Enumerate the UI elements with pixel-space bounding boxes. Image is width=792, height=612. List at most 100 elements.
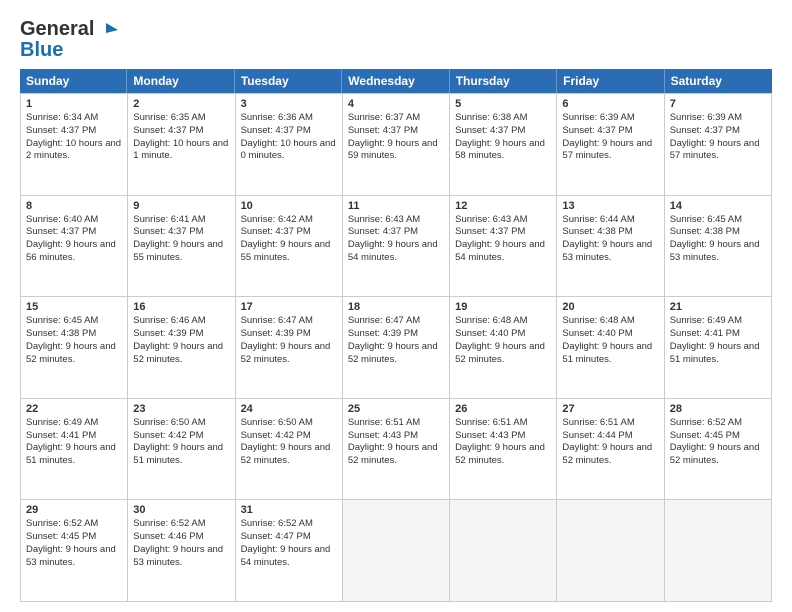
day-number: 30 bbox=[133, 504, 229, 516]
day-number: 4 bbox=[348, 98, 444, 110]
logo-bird-icon bbox=[96, 19, 118, 41]
weekday-header: Saturday bbox=[665, 69, 772, 93]
day-info: Sunrise: 6:44 AMSunset: 4:38 PMDaylight:… bbox=[562, 214, 658, 265]
calendar-cell: 24 Sunrise: 6:50 AMSunset: 4:42 PMDaylig… bbox=[236, 399, 343, 501]
day-number: 22 bbox=[26, 403, 122, 415]
day-info: Sunrise: 6:51 AMSunset: 4:43 PMDaylight:… bbox=[455, 417, 551, 468]
day-info: Sunrise: 6:51 AMSunset: 4:43 PMDaylight:… bbox=[348, 417, 444, 468]
calendar-cell: 26 Sunrise: 6:51 AMSunset: 4:43 PMDaylig… bbox=[450, 399, 557, 501]
calendar-cell bbox=[557, 500, 664, 602]
day-info: Sunrise: 6:50 AMSunset: 4:42 PMDaylight:… bbox=[133, 417, 229, 468]
calendar-cell: 22 Sunrise: 6:49 AMSunset: 4:41 PMDaylig… bbox=[21, 399, 128, 501]
day-info: Sunrise: 6:49 AMSunset: 4:41 PMDaylight:… bbox=[670, 315, 766, 366]
calendar-cell: 4 Sunrise: 6:37 AMSunset: 4:37 PMDayligh… bbox=[343, 94, 450, 196]
day-number: 10 bbox=[241, 200, 337, 212]
day-info: Sunrise: 6:36 AMSunset: 4:37 PMDaylight:… bbox=[241, 112, 337, 163]
calendar-cell bbox=[665, 500, 772, 602]
weekday-header: Sunday bbox=[20, 69, 127, 93]
calendar-cell: 3 Sunrise: 6:36 AMSunset: 4:37 PMDayligh… bbox=[236, 94, 343, 196]
calendar-cell bbox=[450, 500, 557, 602]
calendar-cell: 15 Sunrise: 6:45 AMSunset: 4:38 PMDaylig… bbox=[21, 297, 128, 399]
calendar-cell bbox=[343, 500, 450, 602]
day-info: Sunrise: 6:50 AMSunset: 4:42 PMDaylight:… bbox=[241, 417, 337, 468]
day-info: Sunrise: 6:47 AMSunset: 4:39 PMDaylight:… bbox=[241, 315, 337, 366]
calendar-cell: 13 Sunrise: 6:44 AMSunset: 4:38 PMDaylig… bbox=[557, 196, 664, 298]
day-info: Sunrise: 6:41 AMSunset: 4:37 PMDaylight:… bbox=[133, 214, 229, 265]
calendar-row: 22 Sunrise: 6:49 AMSunset: 4:41 PMDaylig… bbox=[21, 399, 772, 501]
day-number: 17 bbox=[241, 301, 337, 313]
day-info: Sunrise: 6:43 AMSunset: 4:37 PMDaylight:… bbox=[348, 214, 444, 265]
day-number: 29 bbox=[26, 504, 122, 516]
day-number: 1 bbox=[26, 98, 122, 110]
day-number: 24 bbox=[241, 403, 337, 415]
calendar-cell: 5 Sunrise: 6:38 AMSunset: 4:37 PMDayligh… bbox=[450, 94, 557, 196]
calendar-cell: 7 Sunrise: 6:39 AMSunset: 4:37 PMDayligh… bbox=[665, 94, 772, 196]
calendar-row: 8 Sunrise: 6:40 AMSunset: 4:37 PMDayligh… bbox=[21, 196, 772, 298]
day-number: 20 bbox=[562, 301, 658, 313]
day-info: Sunrise: 6:34 AMSunset: 4:37 PMDaylight:… bbox=[26, 112, 122, 163]
logo: General Blue bbox=[20, 18, 118, 59]
calendar-cell: 10 Sunrise: 6:42 AMSunset: 4:37 PMDaylig… bbox=[236, 196, 343, 298]
day-info: Sunrise: 6:46 AMSunset: 4:39 PMDaylight:… bbox=[133, 315, 229, 366]
calendar-cell: 14 Sunrise: 6:45 AMSunset: 4:38 PMDaylig… bbox=[665, 196, 772, 298]
day-number: 3 bbox=[241, 98, 337, 110]
day-info: Sunrise: 6:48 AMSunset: 4:40 PMDaylight:… bbox=[455, 315, 551, 366]
day-number: 28 bbox=[670, 403, 766, 415]
calendar: SundayMondayTuesdayWednesdayThursdayFrid… bbox=[20, 69, 772, 602]
calendar-body: 1 Sunrise: 6:34 AMSunset: 4:37 PMDayligh… bbox=[20, 93, 772, 602]
calendar-cell: 29 Sunrise: 6:52 AMSunset: 4:45 PMDaylig… bbox=[21, 500, 128, 602]
weekday-header: Thursday bbox=[450, 69, 557, 93]
day-number: 19 bbox=[455, 301, 551, 313]
weekday-header: Friday bbox=[557, 69, 664, 93]
calendar-cell: 19 Sunrise: 6:48 AMSunset: 4:40 PMDaylig… bbox=[450, 297, 557, 399]
day-number: 7 bbox=[670, 98, 766, 110]
day-number: 21 bbox=[670, 301, 766, 313]
calendar-cell: 9 Sunrise: 6:41 AMSunset: 4:37 PMDayligh… bbox=[128, 196, 235, 298]
day-info: Sunrise: 6:52 AMSunset: 4:46 PMDaylight:… bbox=[133, 518, 229, 569]
calendar-header: SundayMondayTuesdayWednesdayThursdayFrid… bbox=[20, 69, 772, 93]
day-number: 15 bbox=[26, 301, 122, 313]
day-info: Sunrise: 6:43 AMSunset: 4:37 PMDaylight:… bbox=[455, 214, 551, 265]
calendar-cell: 2 Sunrise: 6:35 AMSunset: 4:37 PMDayligh… bbox=[128, 94, 235, 196]
day-number: 18 bbox=[348, 301, 444, 313]
page: General Blue SundayMondayTuesdayWednesda… bbox=[0, 0, 792, 612]
weekday-header: Tuesday bbox=[235, 69, 342, 93]
day-info: Sunrise: 6:49 AMSunset: 4:41 PMDaylight:… bbox=[26, 417, 122, 468]
day-info: Sunrise: 6:40 AMSunset: 4:37 PMDaylight:… bbox=[26, 214, 122, 265]
calendar-cell: 11 Sunrise: 6:43 AMSunset: 4:37 PMDaylig… bbox=[343, 196, 450, 298]
day-info: Sunrise: 6:48 AMSunset: 4:40 PMDaylight:… bbox=[562, 315, 658, 366]
day-info: Sunrise: 6:52 AMSunset: 4:45 PMDaylight:… bbox=[670, 417, 766, 468]
day-info: Sunrise: 6:52 AMSunset: 4:47 PMDaylight:… bbox=[241, 518, 337, 569]
calendar-cell: 20 Sunrise: 6:48 AMSunset: 4:40 PMDaylig… bbox=[557, 297, 664, 399]
day-number: 31 bbox=[241, 504, 337, 516]
day-info: Sunrise: 6:45 AMSunset: 4:38 PMDaylight:… bbox=[670, 214, 766, 265]
day-info: Sunrise: 6:39 AMSunset: 4:37 PMDaylight:… bbox=[670, 112, 766, 163]
weekday-header: Wednesday bbox=[342, 69, 449, 93]
day-number: 23 bbox=[133, 403, 229, 415]
calendar-cell: 25 Sunrise: 6:51 AMSunset: 4:43 PMDaylig… bbox=[343, 399, 450, 501]
day-info: Sunrise: 6:51 AMSunset: 4:44 PMDaylight:… bbox=[562, 417, 658, 468]
day-info: Sunrise: 6:39 AMSunset: 4:37 PMDaylight:… bbox=[562, 112, 658, 163]
logo-general-text: General bbox=[20, 18, 94, 41]
day-info: Sunrise: 6:37 AMSunset: 4:37 PMDaylight:… bbox=[348, 112, 444, 163]
calendar-row: 29 Sunrise: 6:52 AMSunset: 4:45 PMDaylig… bbox=[21, 500, 772, 602]
calendar-row: 1 Sunrise: 6:34 AMSunset: 4:37 PMDayligh… bbox=[21, 94, 772, 196]
day-number: 8 bbox=[26, 200, 122, 212]
calendar-cell: 16 Sunrise: 6:46 AMSunset: 4:39 PMDaylig… bbox=[128, 297, 235, 399]
day-number: 14 bbox=[670, 200, 766, 212]
calendar-cell: 27 Sunrise: 6:51 AMSunset: 4:44 PMDaylig… bbox=[557, 399, 664, 501]
weekday-header: Monday bbox=[127, 69, 234, 93]
day-info: Sunrise: 6:45 AMSunset: 4:38 PMDaylight:… bbox=[26, 315, 122, 366]
day-number: 16 bbox=[133, 301, 229, 313]
day-number: 13 bbox=[562, 200, 658, 212]
day-info: Sunrise: 6:52 AMSunset: 4:45 PMDaylight:… bbox=[26, 518, 122, 569]
calendar-cell: 21 Sunrise: 6:49 AMSunset: 4:41 PMDaylig… bbox=[665, 297, 772, 399]
header: General Blue bbox=[20, 18, 772, 59]
calendar-cell: 1 Sunrise: 6:34 AMSunset: 4:37 PMDayligh… bbox=[21, 94, 128, 196]
day-info: Sunrise: 6:42 AMSunset: 4:37 PMDaylight:… bbox=[241, 214, 337, 265]
calendar-cell: 28 Sunrise: 6:52 AMSunset: 4:45 PMDaylig… bbox=[665, 399, 772, 501]
calendar-cell: 23 Sunrise: 6:50 AMSunset: 4:42 PMDaylig… bbox=[128, 399, 235, 501]
calendar-cell: 30 Sunrise: 6:52 AMSunset: 4:46 PMDaylig… bbox=[128, 500, 235, 602]
day-number: 27 bbox=[562, 403, 658, 415]
day-number: 6 bbox=[562, 98, 658, 110]
